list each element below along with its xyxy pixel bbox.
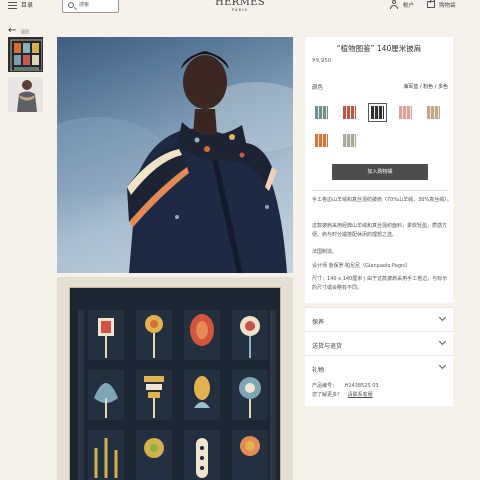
- material-text: 手工卷边山羊绒和真丝混纺披肩（70%山羊绒，30%真丝绒）。: [312, 197, 452, 203]
- divider: [312, 190, 447, 191]
- product-price: ¥9,950: [312, 58, 332, 64]
- accordion-care[interactable]: 保养: [305, 307, 453, 331]
- menu-icon[interactable]: [8, 2, 17, 9]
- thumbnail-scarf[interactable]: [8, 37, 43, 72]
- scarf-artwork: [69, 287, 281, 480]
- color-swatch-pink-multi[interactable]: [396, 103, 415, 122]
- accordion-gift[interactable]: 礼物: [305, 355, 453, 379]
- shopping-bag-label[interactable]: 购物袋: [439, 1, 456, 9]
- color-swatch-orange-multi[interactable]: [312, 131, 331, 150]
- account-label[interactable]: 帐户: [403, 1, 414, 9]
- menu-label[interactable]: 目录: [21, 0, 33, 9]
- chevron-down-icon: [438, 313, 447, 322]
- back-arrow-icon[interactable]: ←: [8, 26, 16, 36]
- selected-color-name: 海军蓝 / 粉色 / 多色: [403, 84, 448, 90]
- add-to-bag-button[interactable]: 加入购物袋: [332, 164, 428, 180]
- thumbnail-model[interactable]: [8, 77, 43, 112]
- search-input[interactable]: 搜索: [62, 0, 119, 13]
- color-swatch-navy-multi[interactable]: [368, 103, 387, 122]
- search-icon: [68, 2, 74, 8]
- back-link[interactable]: 返回: [21, 29, 29, 35]
- description-text: 这款披肩采用经典山羊绒和真丝混纺面料，柔软轻盈，质感方便。肩与时分或搭配休闲的理…: [312, 223, 448, 238]
- chevron-down-icon: [438, 361, 447, 370]
- model-thumbnail-image: [8, 77, 43, 112]
- accordion-label: 送货与退货: [312, 343, 343, 350]
- color-swatch-grey-multi[interactable]: [340, 131, 359, 150]
- swatch-image: [371, 106, 384, 119]
- size-text: 尺寸：140 x 140厘米 | 由于这款披肩采用手工卷边，与标示的尺寸或会略有…: [312, 276, 448, 291]
- product-photo-model[interactable]: [57, 37, 293, 273]
- account-icon[interactable]: [390, 0, 398, 9]
- origin-text: 法国制造。: [312, 249, 338, 255]
- designer-text: 设计师 詹保罗·帕尼尼（Gianpaolo Pagni）: [312, 263, 411, 269]
- shopping-bag-icon[interactable]: [427, 0, 435, 8]
- brand-logo[interactable]: HERMÈS PARIS: [214, 0, 266, 12]
- search-placeholder: 搜索: [79, 2, 90, 8]
- contact-link[interactable]: 请联系客服: [348, 392, 373, 398]
- product-photo-flat[interactable]: [57, 277, 293, 480]
- swatch-image: [343, 106, 356, 119]
- color-swatch-red-multi[interactable]: [340, 103, 359, 122]
- accordion-delivery[interactable]: 送货与退货: [305, 331, 453, 355]
- product-title: “植物图鉴” 140厘米披肩: [336, 44, 422, 53]
- logo-subtitle: PARIS: [232, 8, 248, 12]
- swatch-image: [315, 134, 328, 147]
- swatch-image: [399, 106, 412, 119]
- accordion-label: 礼物: [312, 367, 325, 374]
- swatch-image: [315, 106, 328, 119]
- color-label: 颜色: [312, 85, 324, 91]
- accordion-label: 保养: [312, 319, 325, 326]
- logo-wordmark: HERMÈS: [215, 0, 265, 8]
- product-code-label: 产品编号：: [312, 383, 338, 389]
- chevron-down-icon: [438, 337, 447, 346]
- top-header: 目录 搜索 HERMÈS PARIS 帐户 购物袋: [0, 0, 480, 13]
- help-row: 您了解更多？ 请联系客服: [312, 391, 373, 398]
- product-code-row: 产品编号： H243852S 03: [312, 382, 379, 389]
- product-details-panel: “植物图鉴” 140厘米披肩 ¥9,950 颜色 海军蓝 / 粉色 / 多色 加…: [305, 37, 453, 303]
- model-photo: [57, 51, 293, 273]
- help-label: 您了解更多？: [312, 392, 343, 398]
- color-swatch-beige-multi[interactable]: [424, 103, 443, 122]
- product-meta: 产品编号： H243852S 03 您了解更多？ 请联系客服: [305, 378, 453, 406]
- swatch-image: [343, 134, 356, 147]
- scarf-thumbnail-image: [10, 39, 42, 71]
- product-code: H243852S 03: [344, 383, 379, 389]
- botanical-pattern: [76, 294, 276, 480]
- swatch-image: [427, 106, 440, 119]
- color-swatch-teal-multi[interactable]: [312, 103, 331, 122]
